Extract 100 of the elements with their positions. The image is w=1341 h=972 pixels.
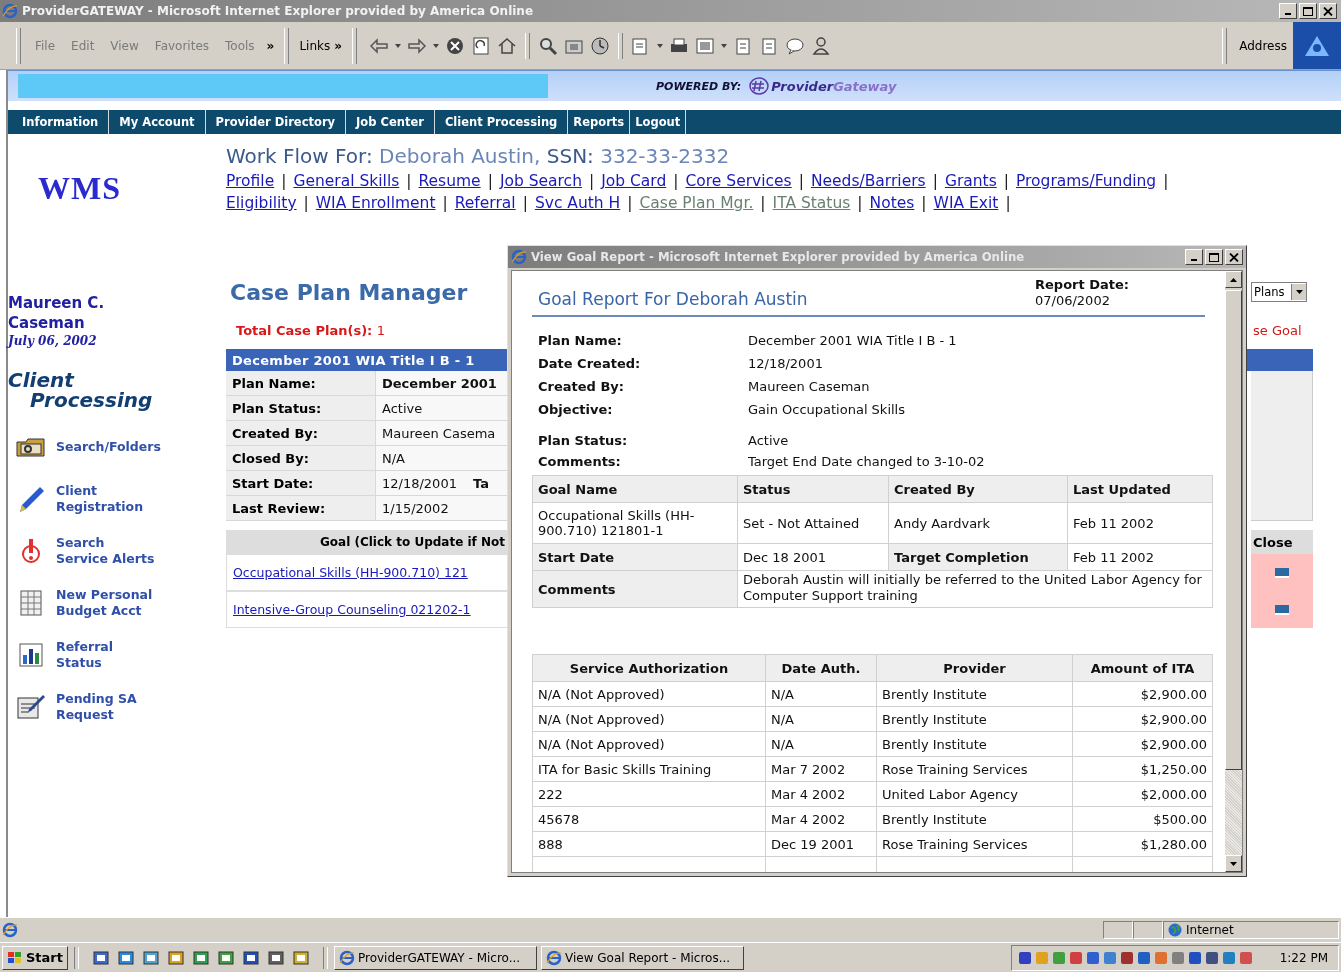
sidebar-link[interactable]: Search/Folders [56, 439, 161, 455]
workflow-link[interactable]: Referral [454, 194, 516, 212]
nav-link[interactable]: Job Center [346, 110, 435, 134]
form-icon[interactable] [17, 694, 45, 720]
section-logo: Client Processing [8, 370, 153, 410]
view-select[interactable]: Plans [1251, 282, 1307, 302]
tray-icon[interactable] [1068, 949, 1083, 966]
field-label: Created By: [226, 421, 376, 446]
workflow-link[interactable]: Resume [418, 172, 481, 190]
workflow-link[interactable]: Core Services [685, 172, 792, 190]
search-icon[interactable] [537, 35, 558, 56]
column-header: Goal Name [532, 475, 738, 503]
workflow-link[interactable]: Eligibility [226, 194, 297, 212]
back-arrow-icon[interactable] [368, 35, 389, 56]
app-icon[interactable] [143, 949, 159, 966]
scroll-down-button[interactable] [1225, 855, 1242, 872]
nav-link[interactable]: Client Processing [434, 110, 569, 134]
tab-icon[interactable] [1275, 567, 1289, 578]
pen-icon[interactable] [18, 485, 44, 513]
link-separator: | [521, 194, 529, 212]
tray-icon[interactable] [1017, 949, 1032, 966]
app-icon[interactable] [193, 949, 209, 966]
tray-icon[interactable] [1187, 949, 1202, 966]
alert-icon[interactable] [20, 537, 42, 565]
workflow-link[interactable]: WIA Exit [933, 194, 999, 212]
app-icon[interactable] [168, 949, 184, 966]
scroll-up-button[interactable] [1225, 271, 1242, 288]
close-button[interactable] [1225, 249, 1243, 265]
app-icon[interactable] [293, 949, 309, 966]
maximize-button[interactable] [1205, 249, 1223, 265]
workflow-link[interactable]: Needs/Barriers [810, 172, 926, 190]
home-icon[interactable] [496, 35, 517, 56]
table-cell: Brently Institute [876, 806, 1073, 832]
minimize-icon [1191, 259, 1197, 261]
tab-icon[interactable] [1275, 604, 1289, 615]
table-cell: 888 [532, 831, 766, 857]
nav-link[interactable]: Logout [630, 110, 687, 134]
sidebar-link[interactable]: Search Service Alerts [56, 535, 155, 567]
browser-icon [511, 249, 527, 265]
maximize-button[interactable] [1299, 3, 1317, 19]
nav-link[interactable]: My Account [109, 110, 206, 134]
tray-icon[interactable] [1136, 949, 1151, 966]
workflow-link[interactable]: WIA Enrollment [315, 194, 436, 212]
app-icon[interactable] [268, 949, 284, 966]
table-cell: 222 [532, 781, 766, 807]
refresh-icon[interactable] [470, 35, 491, 56]
minimize-button[interactable] [1185, 249, 1203, 265]
taskbar-button[interactable]: View Goal Report - Micros... [541, 945, 744, 970]
app-icon[interactable] [218, 949, 234, 966]
workflow-link[interactable]: Grants [944, 172, 997, 190]
link-separator: | [486, 172, 494, 190]
scrollbar-thumb[interactable] [1225, 290, 1242, 770]
app-icon[interactable] [243, 949, 259, 966]
history-icon[interactable] [589, 35, 610, 56]
workflow-link[interactable]: Notes [869, 194, 915, 212]
document-icon[interactable] [694, 35, 715, 56]
tray-icon[interactable] [1170, 949, 1185, 966]
stop-icon[interactable] [444, 35, 465, 56]
down-arrow-icon [1230, 861, 1237, 866]
minimize-button[interactable] [1279, 3, 1297, 19]
ledger-icon[interactable] [19, 589, 43, 617]
tray-icon[interactable] [1085, 949, 1100, 966]
app-icon[interactable] [118, 949, 134, 966]
nav-link[interactable]: Reports [568, 110, 631, 134]
total-case-plans: Total Case Plan(s): 1 [235, 323, 387, 338]
workflow-link[interactable]: Job Search [499, 172, 582, 190]
status-pane [1103, 921, 1133, 939]
nav-link[interactable]: Provider Directory [205, 110, 347, 134]
links-button[interactable]: Links [295, 38, 331, 53]
person-icon[interactable] [810, 35, 831, 56]
taskbar-button[interactable]: ProviderGATEWAY - Micro... [334, 945, 537, 970]
sidebar-link[interactable]: Pending SA Request [56, 691, 137, 723]
tray-icon[interactable] [1221, 949, 1236, 966]
folder-icon[interactable] [16, 436, 46, 458]
workflow-link[interactable]: General Skills [293, 172, 400, 190]
field-label: Plan Status: [538, 432, 629, 448]
bar-chart-icon[interactable] [19, 643, 43, 667]
workflow-link[interactable]: Programs/Funding [1015, 172, 1157, 190]
workflow-link[interactable]: Case Plan Mgr. [639, 194, 754, 212]
close-button[interactable] [1319, 3, 1337, 19]
link-separator: | [759, 194, 767, 212]
speech-bubble-icon[interactable] [784, 35, 805, 56]
workflow-link[interactable]: Job Card [601, 172, 667, 190]
sidebar-link[interactable]: Referral Status [56, 639, 114, 671]
tray-icon[interactable] [1238, 949, 1253, 966]
workflow-link[interactable]: Svc Auth H [534, 194, 621, 212]
sidebar-link[interactable]: Client Registration [56, 483, 144, 515]
nav-link[interactable]: Information [12, 110, 110, 134]
app-icon[interactable] [93, 949, 109, 966]
tray-icon[interactable] [1102, 949, 1117, 966]
toolbar-chevron[interactable]: » [262, 38, 279, 53]
workflow-link[interactable]: ITA Status [772, 194, 851, 212]
tray-icon[interactable] [1119, 949, 1134, 966]
forward-arrow-icon[interactable] [406, 35, 427, 56]
close-goal-link[interactable]: se Goal [1251, 323, 1313, 338]
tray-icon[interactable] [1204, 949, 1219, 966]
toolbar-chevron[interactable]: » [330, 38, 346, 53]
start-button[interactable]: Start [2, 945, 68, 970]
sidebar-link[interactable]: New Personal Budget Acct [56, 587, 153, 619]
workflow-link[interactable]: Profile [226, 172, 275, 190]
